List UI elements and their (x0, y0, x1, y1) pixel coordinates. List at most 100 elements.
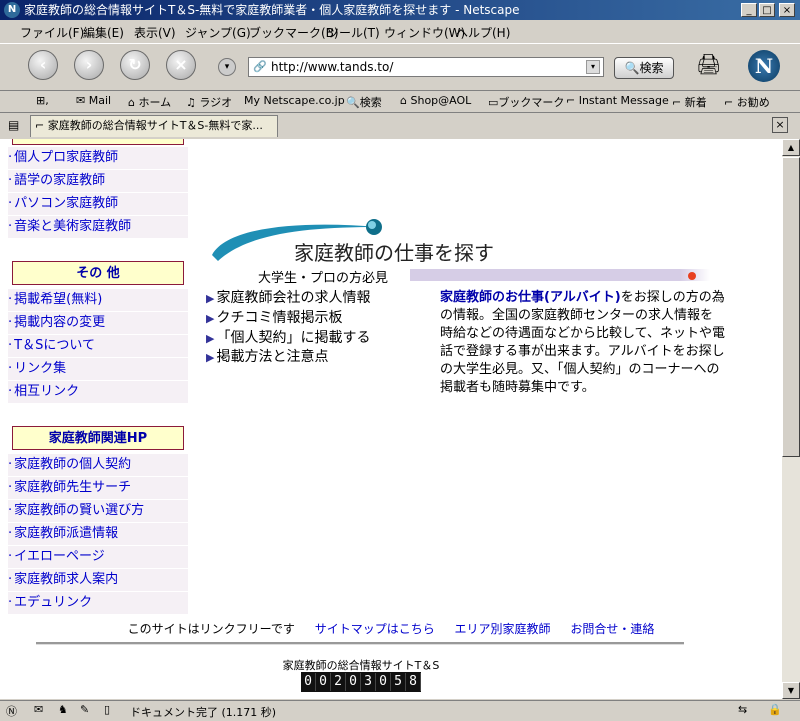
sidebar-link[interactable]: 家庭教師先生サーチ (8, 477, 188, 499)
menu-bar: ファイル(F) 編集(E) 表示(V) ジャンプ(G) ブックマーク(B) ツー… (0, 21, 800, 41)
netscape-status-icon[interactable]: Ⓝ (6, 703, 17, 719)
composer-icon[interactable]: ✎ (80, 703, 89, 716)
connection-icon: ⇆ (738, 703, 748, 716)
reload-button[interactable]: ↻ (120, 50, 150, 80)
sidebar-link[interactable]: 個人プロ家庭教師 (8, 147, 188, 169)
scroll-thumb[interactable] (782, 157, 800, 457)
sidebar-link[interactable]: 掲載内容の変更 (8, 312, 188, 334)
counter-digit: 0 (301, 673, 316, 691)
menu-view[interactable]: 表示(V) (134, 24, 176, 41)
menu-go[interactable]: ジャンプ(G) (185, 24, 251, 41)
side-header-fragment (12, 139, 184, 145)
forward-button[interactable]: › (74, 50, 104, 80)
main-link[interactable]: ▶ 「個人契約」に掲載する (206, 327, 370, 347)
close-tab-button[interactable]: × (772, 117, 788, 133)
menu-help[interactable]: ヘルプ(H) (456, 24, 510, 41)
linkfree-text: このサイトはリンクフリーです (127, 622, 295, 636)
personal-netscape[interactable]: My Netscape.co.jp (244, 94, 345, 107)
personal-bookmarks-label: ブックマーク (498, 96, 565, 109)
sidebar-link[interactable]: 家庭教師の個人契約 (8, 454, 188, 476)
counter-digit: 0 (316, 673, 331, 691)
sidebar-link[interactable]: 家庭教師求人案内 (8, 569, 188, 591)
main-link[interactable]: ▶ 家庭教師会社の求人情報 (206, 287, 370, 307)
tab-list-icon[interactable]: ⊞, (36, 94, 49, 107)
sidebar-toggle-icon[interactable]: ▤ (8, 118, 19, 132)
personal-recommend-label: お勧め (736, 96, 770, 109)
menu-edit[interactable]: 編集(E) (83, 24, 124, 41)
arrow-right-icon: ▶ (206, 292, 215, 305)
vertical-scrollbar[interactable]: ▲ ▼ (782, 139, 800, 699)
sidebar-link[interactable]: エデュリンク (8, 592, 188, 614)
personal-recommend[interactable]: ⌐ お勧め (724, 94, 770, 110)
contact-link[interactable]: お問合せ・連絡 (570, 622, 654, 636)
window-title: 家庭教師の総合情報サイトT＆S-無料で家庭教師業者・個人家庭教師を探せます - … (24, 3, 520, 17)
scroll-up-icon[interactable]: ▲ (782, 139, 800, 156)
personal-radio[interactable]: ♫ ラジオ (186, 94, 232, 110)
page-icon: ⌐ (35, 119, 45, 132)
scroll-down-icon[interactable]: ▼ (782, 682, 800, 699)
back-button[interactable]: ‹ (28, 50, 58, 80)
bookmark-icon: ⌐ (724, 96, 734, 109)
sidebar-link[interactable]: パソコン家庭教師 (8, 193, 188, 215)
footer-divider (36, 642, 684, 645)
sidebar-link[interactable]: 掲載希望(無料) (8, 289, 188, 311)
main-link[interactable]: ▶ クチコミ情報掲示板 (206, 307, 342, 327)
sitemap-link[interactable]: サイトマップはこちら (315, 622, 435, 636)
counter-digit: 8 (406, 673, 421, 691)
related-header: 家庭教師関連HP (12, 426, 184, 450)
counter-digit: 0 (376, 673, 391, 691)
status-bar: Ⓝ ✉ ♞ ✎ ▯ ドキュメント完了 (1.171 秒) ⇆ 🔒 (0, 700, 800, 721)
sidebar-link[interactable]: T＆Sについて (8, 335, 188, 357)
personal-shop[interactable]: ⌂ Shop@AOL (400, 94, 471, 107)
personal-search[interactable]: 🔍検索 (346, 94, 382, 110)
personal-home[interactable]: ⌂ ホーム (128, 94, 171, 110)
url-field[interactable]: 🔗 http://www.tands.to/ ▾ (248, 57, 604, 77)
maximize-button[interactable]: □ (759, 3, 775, 17)
bookmark-icon: ⌐ (566, 94, 576, 107)
search-icon: 🔍 (346, 96, 360, 109)
main-link[interactable]: ▶ 掲載方法と注意点 (206, 346, 328, 366)
stop-button[interactable]: × (166, 50, 196, 80)
page-icon: 🔗 (253, 60, 267, 73)
bookmark-icon: ⌐ (672, 96, 682, 109)
tab-bar: ▤ ⌐ 家庭教師の総合情報サイトT＆S-無料で家... × (0, 113, 800, 138)
mail-icon[interactable]: ✉ (34, 703, 43, 716)
personal-bookmarks[interactable]: ▭ブックマーク (488, 94, 564, 110)
personal-radio-label: ラジオ (199, 96, 233, 109)
sidebar-link[interactable]: 語学の家庭教師 (8, 170, 188, 192)
mail-icon: ✉ (76, 94, 86, 107)
sidebar-link[interactable]: 家庭教師の賢い選び方 (8, 500, 188, 522)
minimize-button[interactable]: _ (741, 3, 757, 17)
area-link[interactable]: エリア別家庭教師 (455, 622, 551, 636)
title-bar: N 家庭教師の総合情報サイトT＆S-無料で家庭教師業者・個人家庭教師を探せます … (0, 0, 800, 20)
banner-dot (688, 272, 696, 280)
search-button[interactable]: 🔍検索 (614, 57, 674, 79)
close-button[interactable]: × (779, 3, 795, 17)
personal-im[interactable]: ⌐ Instant Message (566, 94, 669, 107)
personal-new[interactable]: ⌐ 新着 (672, 94, 707, 110)
lock-icon[interactable]: 🔒 (768, 703, 782, 716)
menu-window[interactable]: ウィンドウ(W) (384, 24, 465, 41)
sidebar-link[interactable]: リンク集 (8, 358, 188, 380)
counter-digit: 5 (391, 673, 406, 691)
aim-icon[interactable]: ♞ (58, 703, 68, 716)
address-book-icon[interactable]: ▯ (104, 703, 110, 716)
sidebar-link[interactable]: イエローページ (8, 546, 188, 568)
netscape-icon: N (4, 2, 20, 18)
tab-active[interactable]: ⌐ 家庭教師の総合情報サイトT＆S-無料で家... (30, 115, 278, 137)
menu-file[interactable]: ファイル(F) (20, 24, 84, 41)
url-dropdown-icon[interactable]: ▾ (586, 60, 600, 74)
chevron-down-icon[interactable]: ▾ (218, 58, 236, 76)
other-header: その 他 (12, 261, 184, 285)
menu-tools[interactable]: ツール(T) (327, 24, 380, 41)
personal-netscape-label: Netscape.co.jp (263, 94, 345, 107)
print-icon[interactable]: 🖨 (696, 52, 726, 78)
sidebar-link[interactable]: 音楽と美術家庭教師 (8, 216, 188, 238)
menu-bookmarks[interactable]: ブックマーク(B) (249, 24, 339, 41)
banner-underline (410, 269, 710, 281)
magnifier-icon: 🔍 (624, 61, 640, 75)
sidebar-link[interactable]: 家庭教師派遣情報 (8, 523, 188, 545)
netscape-logo-icon[interactable]: N (748, 50, 780, 82)
sidebar-link[interactable]: 相互リンク (8, 381, 188, 403)
personal-mail[interactable]: ✉ Mail (76, 94, 111, 107)
